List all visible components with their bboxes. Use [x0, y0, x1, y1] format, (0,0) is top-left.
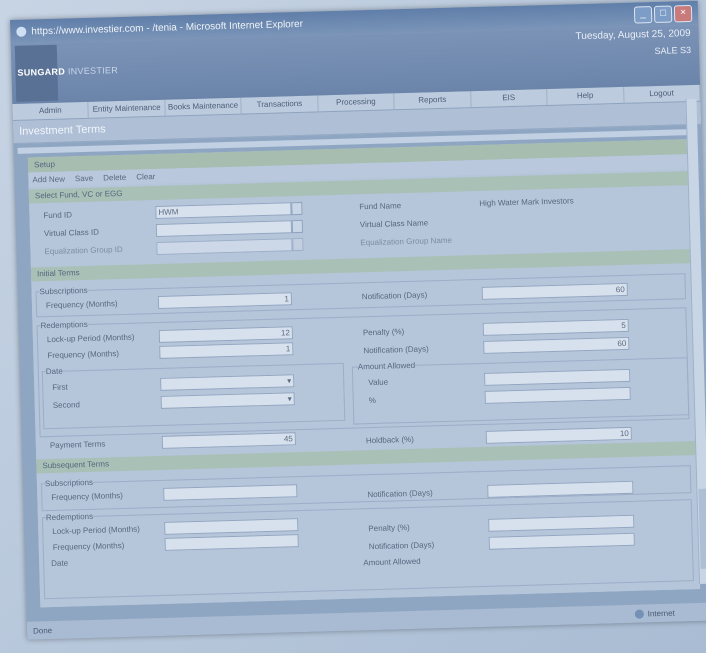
scroll-thumb[interactable] [698, 488, 706, 569]
security-zone: Internet [634, 608, 675, 619]
penalty-label: Penalty (%) [362, 327, 405, 338]
add-new-button[interactable]: Add New [32, 172, 65, 188]
payment-terms-input[interactable]: 45 [161, 432, 296, 449]
form-body: Select Fund, VC or EGG Fund ID HWM Fund … [28, 169, 701, 608]
subsequent-redemptions-legend: Redemptions [45, 511, 94, 523]
first-label: First [52, 382, 68, 392]
fund-lookup-button[interactable] [291, 201, 303, 216]
fund-id-label: Fund ID [43, 210, 73, 221]
notification-label: Notification (Days) [361, 290, 428, 302]
second-label: Second [52, 400, 81, 410]
close-button[interactable]: × [673, 4, 693, 22]
payment-terms-label: Payment Terms [49, 439, 106, 451]
browser-window: https://www.investier.com - /tenia - Mic… [10, 0, 706, 640]
percent-label: % [368, 395, 377, 406]
equalization-group-name-label: Equalization Group Name [360, 235, 453, 248]
redemptions-legend: Redemptions [40, 319, 88, 331]
menu-eis[interactable]: EIS [470, 89, 548, 108]
menu-books-maintenance[interactable]: Books Maintenance [165, 97, 243, 116]
date-legend: Date [45, 366, 63, 377]
menu-processing[interactable]: Processing [317, 93, 395, 112]
equalization-lookup-button[interactable] [292, 237, 304, 252]
globe-icon [634, 609, 644, 619]
virtual-class-label: Virtual Class ID [43, 227, 100, 239]
equalization-group-input[interactable] [156, 238, 293, 255]
user-label: SALE S3 [654, 44, 692, 57]
equalization-group-label: Equalization Group ID [44, 244, 123, 257]
virtual-class-name-label: Virtual Class Name [359, 218, 429, 230]
fund-id-input[interactable]: HWM [155, 202, 292, 220]
subsequent-redemptions-group [41, 499, 694, 600]
subsequent-notification-label: Notification (Days) [367, 488, 433, 500]
setup-section: Setup Add New Save Delete Clear Select F… [27, 139, 701, 608]
current-date: Tuesday, August 25, 2009 [575, 28, 691, 43]
holdback-label: Holdback (%) [365, 434, 415, 446]
window-title: https://www.investier.com - /tenia - Mic… [31, 18, 304, 37]
subsequent-penalty-label: Penalty (%) [368, 523, 410, 534]
fund-name-value: High Water Mark Investors [479, 196, 574, 208]
virtual-class-input[interactable] [155, 220, 293, 238]
clear-button[interactable]: Clear [136, 169, 156, 185]
status-bar: Done Internet [26, 602, 706, 640]
subsequent-subscriptions-legend: Subscriptions [44, 477, 94, 489]
status-text: Done [32, 625, 53, 636]
fund-name-label: Fund Name [359, 201, 402, 212]
amount-allowed-legend: Amount Allowed [357, 360, 416, 372]
minimize-button[interactable]: _ [633, 5, 653, 24]
holdback-input[interactable]: 10 [485, 426, 632, 444]
ie-icon [16, 26, 27, 37]
menu-admin[interactable]: Admin [12, 101, 90, 120]
subsequent-amount-legend: Amount Allowed [363, 556, 421, 568]
menu-entity-maintenance[interactable]: Entity Maintenance [88, 99, 166, 118]
menu-reports[interactable]: Reports [394, 91, 472, 110]
value-label: Value [368, 377, 389, 388]
sungard-logo: SUNGARD INVESTIER [17, 65, 119, 78]
save-button[interactable]: Save [75, 171, 94, 187]
virtual-class-lookup-button[interactable] [291, 219, 304, 234]
maximize-button[interactable]: □ [653, 5, 673, 23]
desktop: https://www.investier.com - /tenia - Mic… [0, 0, 706, 653]
delete-button[interactable]: Delete [103, 170, 127, 186]
menu-transactions[interactable]: Transactions [241, 95, 319, 114]
subsequent-date-legend: Date [51, 558, 69, 569]
menu-help[interactable]: Help [547, 86, 625, 106]
subscriptions-legend: Subscriptions [39, 285, 88, 297]
subsequent-red-notification-label: Notification (Days) [368, 540, 435, 552]
red-notification-label: Notification (Days) [363, 344, 429, 356]
